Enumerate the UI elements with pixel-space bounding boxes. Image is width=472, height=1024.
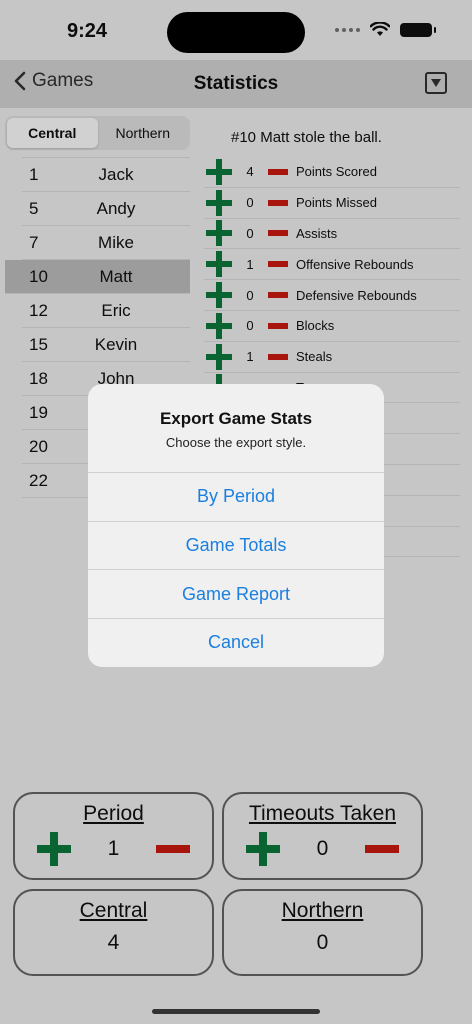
alert-by-period-button[interactable]: By Period	[88, 472, 384, 521]
export-alert: Export Game Stats Choose the export styl…	[88, 384, 384, 667]
alert-title: Export Game Stats	[159, 409, 313, 428]
alert-game-totals-button[interactable]: Game Totals	[88, 520, 384, 570]
alert-cancel-button[interactable]: Cancel	[88, 618, 384, 667]
home-indicator	[152, 1009, 320, 1014]
alert-game-report-button[interactable]: Game Report	[88, 569, 384, 618]
alert-actions: By Period Game Totals Game Report Cancel	[88, 472, 384, 667]
alert-message: Choose the export style.	[165, 435, 307, 450]
